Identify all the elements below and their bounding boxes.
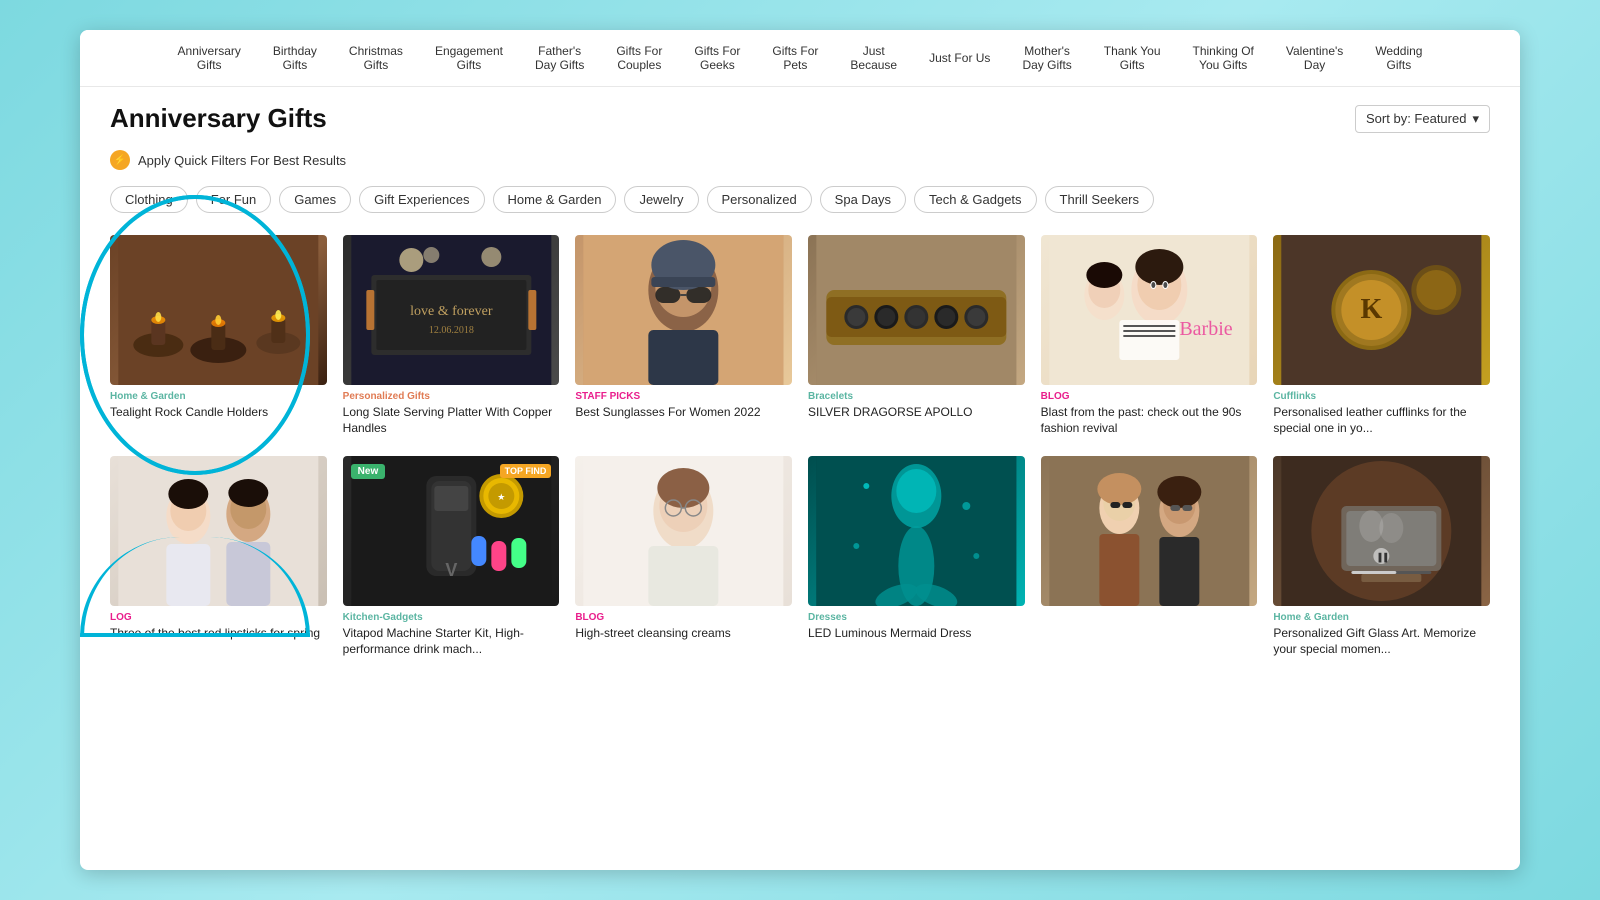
pill-spa-days[interactable]: Spa Days xyxy=(820,186,906,213)
nav-item-gifts-couples[interactable]: Gifts ForCouples xyxy=(610,40,668,76)
product-title-tealight: Tealight Rock Candle Holders xyxy=(110,405,327,421)
product-title-log: Three of the best red lipsticks for spri… xyxy=(110,626,327,642)
sort-dropdown[interactable]: Sort by: Featured ▾ xyxy=(1355,105,1490,133)
nav-item-birthday[interactable]: BirthdayGifts xyxy=(267,40,323,76)
product-card-sunglasses[interactable]: STAFF PICKS Best Sunglasses For Women 20… xyxy=(575,235,792,436)
pill-home-garden[interactable]: Home & Garden xyxy=(493,186,617,213)
svg-text:V: V xyxy=(445,560,457,580)
product-image-fashion xyxy=(1041,456,1258,606)
product-title-vitapod: Vitapod Machine Starter Kit, High-perfor… xyxy=(343,626,560,657)
nav-item-thinking-of-you[interactable]: Thinking OfYou Gifts xyxy=(1187,40,1260,76)
badge-top-find: TOP FIND xyxy=(500,464,552,478)
nav-item-engagement[interactable]: EngagementGifts xyxy=(429,40,509,76)
badge-new: New xyxy=(351,464,386,479)
product-category-sunglasses: STAFF PICKS xyxy=(575,391,792,402)
product-image-tealight xyxy=(110,235,327,385)
product-title-cream: High-street cleansing creams xyxy=(575,626,792,642)
product-image-glass-art: ▐▐ xyxy=(1273,456,1490,606)
product-image-barbie: Barbie xyxy=(1041,235,1258,385)
product-image-log xyxy=(110,456,327,606)
pill-clothing[interactable]: Clothing xyxy=(110,186,188,213)
pill-gift-experiences[interactable]: Gift Experiences xyxy=(359,186,484,213)
svg-text:Barbie: Barbie xyxy=(1179,318,1232,340)
product-card-slate[interactable]: love & forever 12.06.2018 Personalized G… xyxy=(343,235,560,436)
product-image-mermaid xyxy=(808,456,1025,606)
nav-item-fathers-day[interactable]: Father'sDay Gifts xyxy=(529,40,590,76)
product-image-sunglasses xyxy=(575,235,792,385)
product-card-fashion[interactable] xyxy=(1041,456,1258,657)
product-image-cufflinks: K xyxy=(1273,235,1490,385)
product-card-cufflinks[interactable]: K Cufflinks Personalised leather cufflin… xyxy=(1273,235,1490,436)
product-category-tealight: Home & Garden xyxy=(110,391,327,402)
nav-item-christmas[interactable]: ChristmasGifts xyxy=(343,40,409,76)
product-title-blog-barbie: Blast from the past: check out the 90s f… xyxy=(1041,405,1258,436)
product-title-glass-art: Personalized Gift Glass Art. Memorize yo… xyxy=(1273,626,1490,657)
product-card-log[interactable]: LOG Three of the best red lipsticks for … xyxy=(110,456,327,657)
category-pills: Clothing For Fun Games Gift Experiences … xyxy=(80,178,1520,225)
svg-text:K: K xyxy=(1361,294,1383,325)
svg-text:love & forever: love & forever xyxy=(410,304,493,319)
svg-text:12.06.2018: 12.06.2018 xyxy=(428,325,473,336)
nav-item-just-because[interactable]: JustBecause xyxy=(844,40,903,76)
browser-frame: AnniversaryGifts BirthdayGifts Christmas… xyxy=(80,30,1520,870)
product-image-slate: love & forever 12.06.2018 xyxy=(343,235,560,385)
page-header: Anniversary Gifts Sort by: Featured ▾ xyxy=(80,87,1520,142)
pill-personalized[interactable]: Personalized xyxy=(707,186,812,213)
product-image-vitapod: New TOP FIND V ★ xyxy=(343,456,560,606)
product-title-slate: Long Slate Serving Platter With Copper H… xyxy=(343,405,560,436)
product-category-log: LOG xyxy=(110,612,327,623)
top-nav: AnniversaryGifts BirthdayGifts Christmas… xyxy=(80,30,1520,87)
page-title: Anniversary Gifts xyxy=(110,103,327,134)
product-category-cream: BLOG xyxy=(575,612,792,623)
pill-for-fun[interactable]: For Fun xyxy=(196,186,272,213)
chevron-down-icon: ▾ xyxy=(1472,111,1479,127)
filter-text: Apply Quick Filters For Best Results xyxy=(138,153,346,168)
filter-icon: ⚡ xyxy=(110,150,130,170)
product-category-slate: Personalized Gifts xyxy=(343,391,560,402)
product-grid-row2: LOG Three of the best red lipsticks for … xyxy=(80,456,1520,677)
nav-item-wedding[interactable]: WeddingGifts xyxy=(1369,40,1428,76)
svg-text:▐▐: ▐▐ xyxy=(1376,552,1388,563)
svg-text:★: ★ xyxy=(497,492,505,502)
product-title-mermaid: LED Luminous Mermaid Dress xyxy=(808,626,1025,642)
nav-item-gifts-pets[interactable]: Gifts ForPets xyxy=(766,40,824,76)
product-image-bracelet xyxy=(808,235,1025,385)
pill-thrill-seekers[interactable]: Thrill Seekers xyxy=(1045,186,1154,213)
product-category-blog-barbie: BLOG xyxy=(1041,391,1258,402)
product-image-cream xyxy=(575,456,792,606)
product-title-sunglasses: Best Sunglasses For Women 2022 xyxy=(575,405,792,421)
product-grid-row1: Home & Garden Tealight Rock Candle Holde… xyxy=(80,225,1520,456)
product-title-cufflinks: Personalised leather cufflinks for the s… xyxy=(1273,405,1490,436)
product-category-bracelet: Bracelets xyxy=(808,391,1025,402)
product-card-blog-barbie[interactable]: Barbie BLOG Blast from the past: check o… xyxy=(1041,235,1258,436)
product-card-tealight[interactable]: Home & Garden Tealight Rock Candle Holde… xyxy=(110,235,327,436)
nav-item-just-for-us[interactable]: Just For Us xyxy=(923,47,996,69)
product-category-vitapod: Kitchen-Gadgets xyxy=(343,612,560,623)
filter-bar: ⚡ Apply Quick Filters For Best Results xyxy=(80,142,1520,178)
product-card-glass-art[interactable]: ▐▐ Home & Garden Personalized Gift Glass… xyxy=(1273,456,1490,657)
product-card-vitapod[interactable]: New TOP FIND V ★ xyxy=(343,456,560,657)
product-card-mermaid[interactable]: Dresses LED Luminous Mermaid Dress xyxy=(808,456,1025,657)
nav-item-anniversary[interactable]: AnniversaryGifts xyxy=(172,40,247,76)
pill-jewelry[interactable]: Jewelry xyxy=(624,186,698,213)
product-category-glass-art: Home & Garden xyxy=(1273,612,1490,623)
sort-label: Sort by: Featured xyxy=(1366,111,1466,126)
pill-tech-gadgets[interactable]: Tech & Gadgets xyxy=(914,186,1037,213)
product-category-mermaid: Dresses xyxy=(808,612,1025,623)
pill-games[interactable]: Games xyxy=(279,186,351,213)
nav-item-gifts-geeks[interactable]: Gifts ForGeeks xyxy=(688,40,746,76)
product-title-bracelet: SILVER DRAGORSE APOLLO xyxy=(808,405,1025,421)
product-card-bracelet[interactable]: Bracelets SILVER DRAGORSE APOLLO xyxy=(808,235,1025,436)
product-category-cufflinks: Cufflinks xyxy=(1273,391,1490,402)
nav-item-mothers-day[interactable]: Mother'sDay Gifts xyxy=(1016,40,1077,76)
nav-item-valentines[interactable]: Valentine'sDay xyxy=(1280,40,1349,76)
nav-item-thank-you[interactable]: Thank YouGifts xyxy=(1098,40,1167,76)
product-card-cream[interactable]: BLOG High-street cleansing creams xyxy=(575,456,792,657)
